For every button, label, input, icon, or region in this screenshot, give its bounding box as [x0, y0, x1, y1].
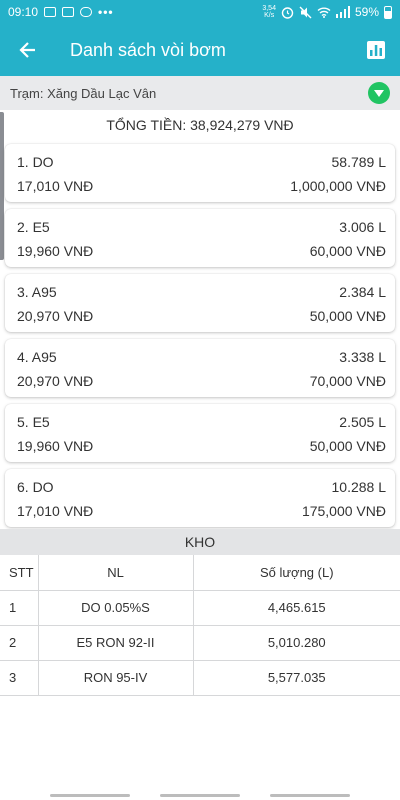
net-speed: 3,54 K/s — [262, 5, 276, 19]
system-nav-bar — [0, 792, 400, 800]
battery-percent: 59% — [354, 5, 379, 19]
kho-section-header: KHO — [0, 529, 400, 555]
nav-home-gesture[interactable] — [160, 794, 240, 797]
pump-price: 20,970 VNĐ — [17, 308, 94, 324]
mute-icon — [299, 6, 312, 18]
pump-name: 1. DO — [17, 154, 54, 170]
cell-stt: 2 — [0, 625, 39, 661]
pump-liters: 3.006 L — [339, 219, 386, 235]
pump-amount: 50,000 VNĐ — [309, 308, 386, 324]
cell-nl: DO 0.05%S — [38, 590, 194, 626]
pump-price: 17,010 VNĐ — [17, 503, 94, 519]
nav-back-gesture[interactable] — [50, 794, 130, 797]
pump-name: 5. E5 — [17, 414, 50, 430]
cell-quantity: 5,010.280 — [193, 625, 400, 661]
pump-card[interactable]: 6. DO 10.288 L 17,010 VNĐ 175,000 VNĐ — [5, 469, 395, 527]
car-icon — [80, 7, 93, 17]
cell-stt: 3 — [0, 660, 39, 696]
pump-list: 1. DO 58.789 L 17,010 VNĐ 1,000,000 VNĐ 2.… — [5, 144, 395, 534]
pump-liters: 58.789 L — [331, 154, 387, 170]
pump-price: 19,960 VNĐ — [17, 438, 94, 454]
pump-liters: 2.505 L — [339, 414, 386, 430]
arrow-left-icon — [19, 42, 35, 58]
cell-stt: 1 — [0, 590, 39, 626]
station-dropdown-button[interactable] — [368, 82, 390, 104]
pump-amount: 70,000 VNĐ — [309, 373, 386, 389]
pump-amount: 175,000 VNĐ — [301, 503, 386, 519]
app-bar: Danh sách vòi bơm — [0, 24, 400, 76]
pump-liters: 2.384 L — [339, 284, 386, 300]
kho-table: STT NL Số lượng (L) 1 DO 0.05%S 4,465.61… — [0, 555, 400, 696]
pump-card[interactable]: 2. E5 3.006 L 19,960 VNĐ 60,000 VNĐ — [5, 209, 395, 267]
cell-nl: E5 RON 92-II — [38, 625, 194, 661]
pump-liters: 3.338 L — [339, 349, 386, 365]
pump-price: 19,960 VNĐ — [17, 243, 94, 259]
pump-card[interactable]: 5. E5 2.505 L 19,960 VNĐ 50,000 VNĐ — [5, 404, 395, 462]
pump-amount: 50,000 VNĐ — [309, 438, 386, 454]
station-label: Trạm: Xăng Dầu Lạc Vân — [10, 85, 157, 101]
table-row: 1 DO 0.05%S 4,465.615 — [0, 590, 400, 626]
table-header-row: STT NL Số lượng (L) — [0, 555, 400, 591]
pump-liters: 10.288 L — [331, 479, 387, 495]
pump-name: 4. A95 — [17, 349, 57, 365]
column-header-stt: STT — [0, 555, 39, 591]
column-header-quantity: Số lượng (L) — [193, 555, 400, 591]
pump-card[interactable]: 4. A95 3.338 L 20,970 VNĐ 70,000 VNĐ — [5, 339, 395, 397]
chart-button[interactable] — [352, 24, 400, 76]
pump-name: 2. E5 — [17, 219, 50, 235]
bar-chart-icon — [367, 41, 385, 59]
total-amount: TỔNG TIỀN: 38,924,279 VNĐ — [106, 117, 294, 133]
pump-name: 3. A95 — [17, 284, 57, 300]
status-bar: 09:10 ••• 3,54 K/s 59% — [0, 0, 400, 24]
cell-quantity: 5,577.035 — [193, 660, 400, 696]
pump-price: 17,010 VNĐ — [17, 178, 94, 194]
caret-down-icon — [374, 89, 384, 97]
status-time: 09:10 — [8, 5, 39, 19]
more-notifications-icon: ••• — [98, 5, 114, 19]
back-button[interactable] — [0, 24, 56, 76]
page-title: Danh sách vòi bơm — [70, 39, 226, 60]
alarm-icon — [281, 6, 294, 19]
pump-amount: 1,000,000 VNĐ — [290, 178, 386, 194]
cell-quantity: 4,465.615 — [193, 590, 400, 626]
table-row: 2 E5 RON 92-II 5,010.280 — [0, 625, 400, 661]
mail-icon — [44, 7, 57, 17]
pump-name: 6. DO — [17, 479, 54, 495]
battery-icon — [384, 5, 392, 19]
wifi-icon — [317, 7, 331, 18]
pump-price: 20,970 VNĐ — [17, 373, 94, 389]
table-row: 3 RON 95-IV 5,577.035 — [0, 660, 400, 696]
scroll-handle[interactable] — [0, 112, 4, 260]
nav-recents-gesture[interactable] — [270, 794, 350, 797]
cell-nl: RON 95-IV — [38, 660, 194, 696]
pump-card[interactable]: 3. A95 2.384 L 20,970 VNĐ 50,000 VNĐ — [5, 274, 395, 332]
column-header-nl: NL — [38, 555, 194, 591]
signal-icon — [335, 6, 350, 18]
notification-icon — [62, 7, 75, 17]
pump-amount: 60,000 VNĐ — [309, 243, 386, 259]
station-selector[interactable]: Trạm: Xăng Dầu Lạc Vân — [0, 76, 400, 110]
pump-card[interactable]: 1. DO 58.789 L 17,010 VNĐ 1,000,000 VNĐ — [5, 144, 395, 202]
